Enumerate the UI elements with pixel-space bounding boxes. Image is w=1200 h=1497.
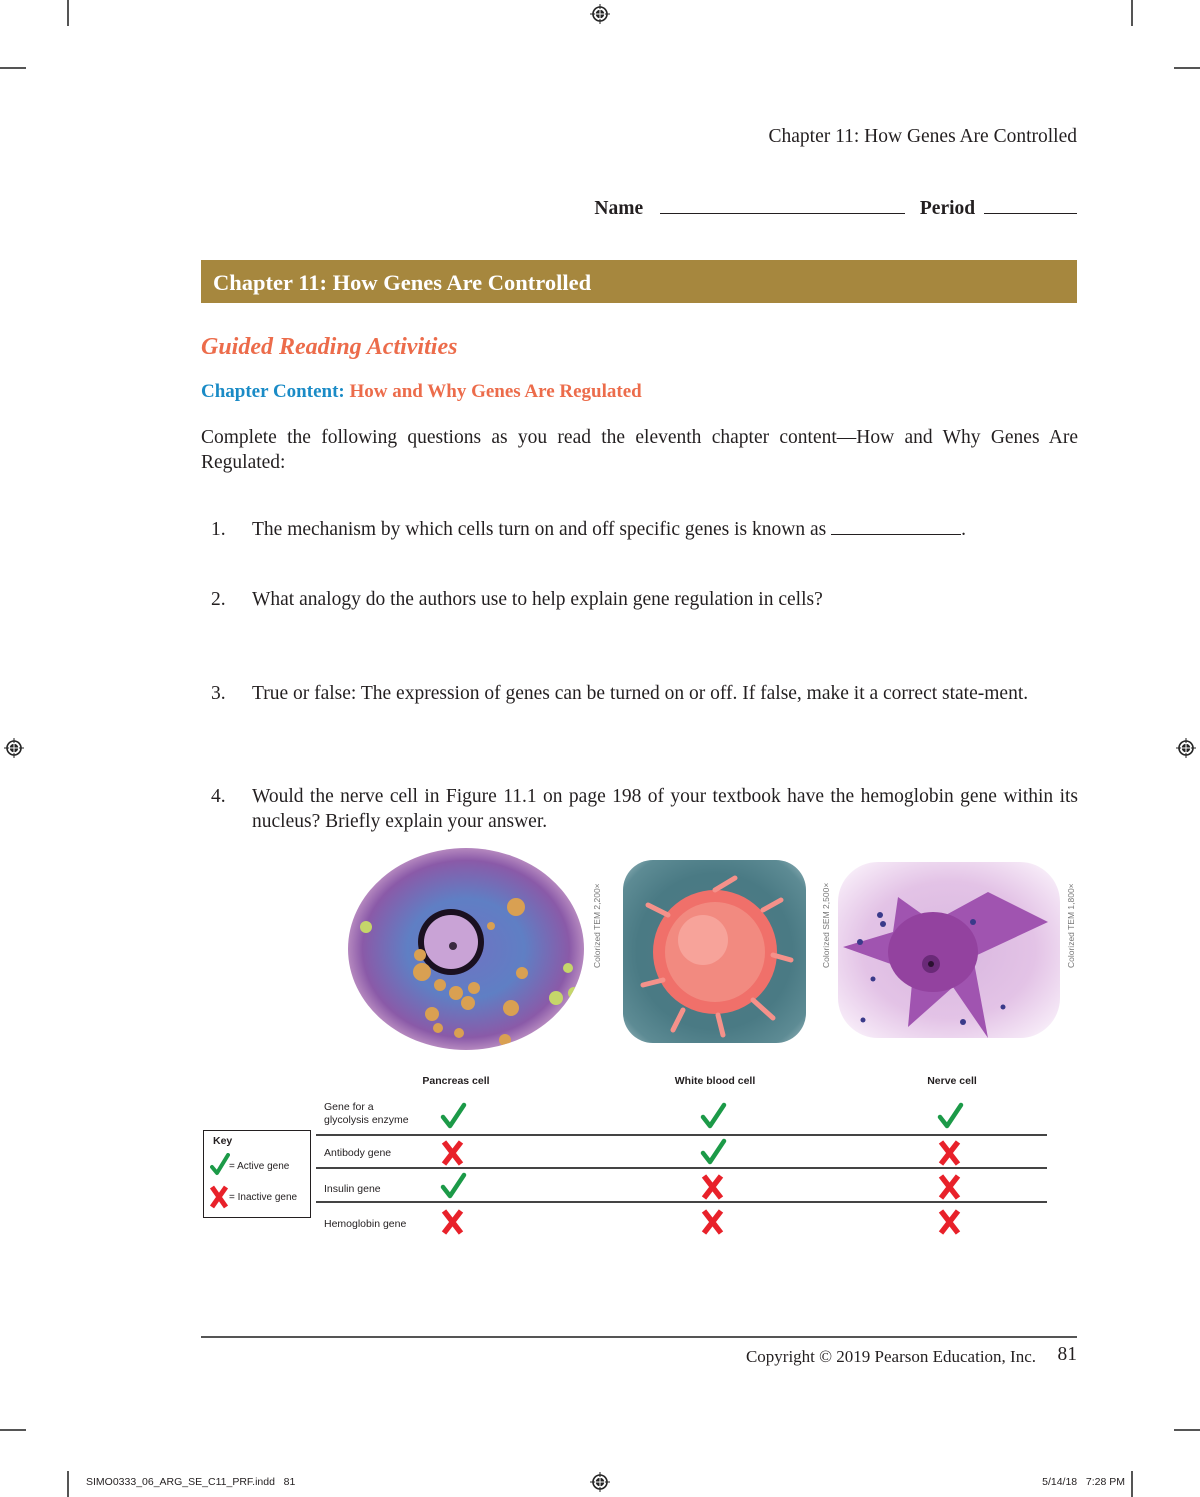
question-4: 4. Would the nerve cell in Figure 11.1 o… [201, 784, 1078, 836]
pancreas-cell-image [348, 848, 584, 1050]
registration-mark-icon [590, 1472, 610, 1492]
registration-mark-icon [590, 4, 610, 24]
check-icon [210, 1153, 230, 1175]
key-title: Key [213, 1135, 233, 1147]
gene-row-label: Gene for a glycolysis enzyme [324, 1101, 409, 1126]
answer-blank[interactable] [831, 518, 962, 535]
question-text: Would the nerve cell in Figure 11.1 on p… [252, 786, 1078, 832]
question-number: 3. [211, 683, 226, 704]
check-icon [440, 1172, 467, 1199]
column-header-pancreas: Pancreas cell [422, 1075, 490, 1087]
check-icon [440, 1102, 467, 1129]
x-icon [210, 1185, 228, 1209]
question-text: The mechanism by which cells turn on and… [252, 519, 827, 540]
x-icon [938, 1140, 961, 1166]
slug-timestamp: 5/14/18 7:28 PM [1042, 1476, 1125, 1488]
page-number: 81 [1057, 1344, 1078, 1365]
pancreas-cell-caption: Colorized TEM 2,200× [592, 883, 602, 968]
question-number: 4. [211, 786, 226, 807]
crop-mark [1131, 1471, 1133, 1497]
registration-mark-icon [1176, 738, 1196, 758]
crop-mark [1174, 67, 1200, 69]
gene-row-label: Hemoglobin gene [324, 1218, 407, 1230]
question-1: 1. The mechanism by which cells turn on … [211, 518, 966, 540]
intro-paragraph: Complete the following questions as you … [201, 427, 1078, 473]
row-divider [316, 1201, 1047, 1203]
check-icon [937, 1102, 964, 1129]
question-2: 2. What analogy do the authors use to he… [201, 587, 1078, 613]
crop-mark [67, 0, 69, 26]
x-icon [701, 1209, 724, 1235]
slug-file-name: SIMO0333_06_ARG_SE_C11_PRF.indd 81 [86, 1476, 296, 1488]
check-icon [700, 1138, 727, 1165]
question-number: 2. [211, 589, 226, 610]
section-subtitle: Guided Reading Activities [201, 334, 458, 360]
chapter-content-heading: Chapter Content: How and Why Genes Are R… [201, 381, 642, 403]
pancreas-cell-detail [360, 898, 580, 1050]
period-label: Period [919, 198, 976, 219]
crop-mark [1174, 1429, 1200, 1431]
white-blood-cell-detail [640, 875, 794, 1038]
registration-mark-icon [4, 738, 24, 758]
x-icon [441, 1140, 464, 1166]
crop-mark [1131, 0, 1133, 26]
question-text: What analogy do the authors use to help … [252, 589, 823, 610]
question-number: 1. [211, 519, 226, 540]
gene-row-label: Insulin gene [324, 1183, 381, 1195]
period-field[interactable] [984, 197, 1077, 214]
question-text: True or false: The expression of genes c… [252, 683, 1029, 704]
gene-row-label: Antibody gene [324, 1147, 392, 1159]
column-header-nerve: Nerve cell [927, 1075, 977, 1087]
student-info-line: Name Period [560, 197, 1077, 220]
x-icon [938, 1174, 961, 1200]
white-blood-cell-caption: Colorized SEM 2,500× [821, 882, 831, 968]
chapter-banner: Chapter 11: How Genes Are Controlled [201, 260, 1077, 303]
crop-mark [0, 1429, 26, 1431]
running-head: Chapter 11: How Genes Are Controlled [768, 126, 1077, 147]
footer-divider [201, 1336, 1077, 1338]
question-3: 3. True or false: The expression of gene… [201, 681, 1078, 733]
x-icon [938, 1209, 961, 1235]
x-icon [441, 1209, 464, 1235]
row-divider [316, 1167, 1047, 1169]
row-divider [316, 1134, 1047, 1136]
copyright-notice: Copyright © 2019 Pearson Education, Inc. [745, 1347, 1036, 1366]
nerve-cell-image [838, 862, 1060, 1038]
content-heading-label: Chapter Content: [201, 381, 345, 402]
crop-mark [67, 1471, 69, 1497]
content-heading-value: How and Why Genes Are Regulated [349, 381, 642, 402]
legend-key: Key = Active gene = Inactive gene [203, 1130, 311, 1218]
check-icon [700, 1102, 727, 1129]
white-blood-cell-image [623, 860, 806, 1043]
nerve-cell-detail [843, 892, 1048, 1038]
column-header-white-blood-cell: White blood cell [674, 1075, 756, 1087]
name-label: Name [594, 198, 644, 219]
key-active-label: = Active gene [229, 1161, 290, 1172]
key-inactive-label: = Inactive gene [229, 1192, 298, 1203]
name-field[interactable] [660, 197, 906, 214]
nerve-cell-caption: Colorized TEM 1,800× [1066, 883, 1076, 968]
x-icon [701, 1174, 724, 1200]
crop-mark [0, 67, 26, 69]
